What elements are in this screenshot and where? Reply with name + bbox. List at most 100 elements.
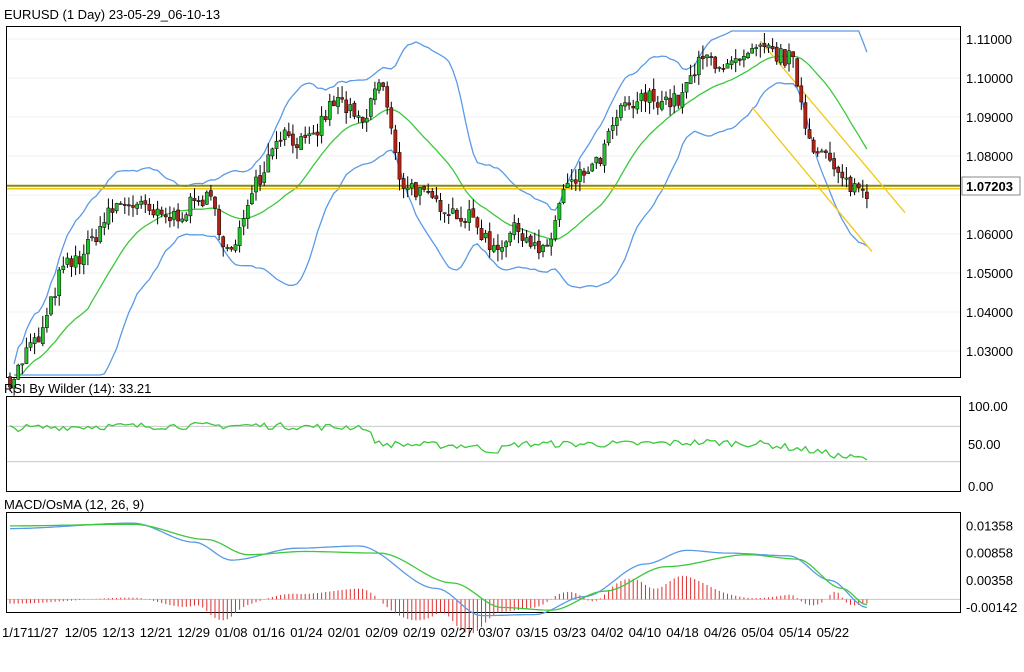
bearish-candle bbox=[217, 209, 221, 236]
bearish-candle bbox=[516, 223, 521, 232]
bullish-candle bbox=[639, 93, 644, 101]
x-tick-label: 12/21 bbox=[140, 625, 173, 640]
bearish-candle bbox=[811, 139, 816, 153]
bearish-candle bbox=[791, 51, 795, 58]
bearish-candle bbox=[865, 191, 869, 199]
bearish-candle bbox=[127, 204, 131, 207]
bullish-candle bbox=[561, 188, 566, 203]
price-y-tick-label: 1.06000 bbox=[966, 227, 1013, 242]
bullish-candle bbox=[106, 207, 111, 225]
bearish-candle bbox=[496, 244, 500, 250]
bearish-candle bbox=[323, 116, 328, 120]
bearish-candle bbox=[479, 228, 484, 241]
bullish-candle bbox=[647, 90, 652, 103]
bullish-candle bbox=[16, 364, 21, 380]
bearish-candle bbox=[360, 116, 365, 123]
bullish-candle bbox=[20, 363, 25, 366]
bullish-candle bbox=[705, 54, 709, 59]
bullish-candle bbox=[684, 82, 689, 93]
bullish-candle bbox=[532, 242, 537, 246]
bearish-candle bbox=[455, 209, 459, 220]
x-tick-label: 01/08 bbox=[215, 625, 248, 640]
bullish-candle bbox=[610, 125, 615, 131]
bullish-candle bbox=[262, 172, 267, 183]
bullish-candle bbox=[188, 196, 193, 217]
x-tick-label: 03/15 bbox=[516, 625, 549, 640]
bearish-candle bbox=[651, 88, 656, 102]
bearish-candle bbox=[815, 151, 820, 154]
bearish-candle bbox=[213, 196, 217, 209]
bullish-candle bbox=[418, 187, 422, 196]
bearish-candle bbox=[385, 86, 390, 108]
bearish-candle bbox=[598, 157, 603, 164]
bearish-candle bbox=[122, 204, 127, 206]
bullish-candle bbox=[114, 203, 119, 212]
price-y-tick-label: 1.04000 bbox=[966, 305, 1013, 320]
bearish-candle bbox=[303, 134, 308, 138]
x-tick-label: 02/19 bbox=[403, 625, 436, 640]
bullish-candle bbox=[549, 238, 554, 247]
rsi-panel-title: RSI By Wilder (14): 33.21 bbox=[4, 381, 151, 396]
macd-panel bbox=[6, 512, 961, 613]
bullish-candle bbox=[299, 136, 303, 150]
bullish-candle bbox=[319, 115, 324, 136]
bullish-candle bbox=[28, 342, 33, 348]
bullish-candle bbox=[467, 209, 472, 223]
bullish-candle bbox=[766, 44, 771, 49]
bullish-candle bbox=[524, 237, 529, 243]
x-tick-label: 04/26 bbox=[704, 625, 737, 640]
bearish-candle bbox=[774, 46, 779, 62]
bearish-candle bbox=[463, 221, 467, 223]
bullish-candle bbox=[24, 347, 29, 364]
x-tick-label: 12/29 bbox=[177, 625, 210, 640]
bullish-candle bbox=[557, 202, 562, 220]
bearish-candle bbox=[824, 150, 828, 153]
bullish-candle bbox=[733, 58, 738, 63]
bullish-candle bbox=[688, 75, 693, 85]
bullish-candle bbox=[364, 117, 369, 123]
x-tick-label: 03/07 bbox=[478, 625, 511, 640]
bullish-candle bbox=[49, 296, 53, 315]
macd-y-tick-label: 0.00858 bbox=[966, 546, 1013, 561]
x-tick-label: 05/22 bbox=[817, 625, 850, 640]
x-tick-label: 12/05 bbox=[65, 625, 98, 640]
bullish-candle bbox=[155, 208, 160, 216]
bullish-candle bbox=[717, 66, 722, 69]
bullish-candle bbox=[483, 232, 488, 239]
bullish-candle bbox=[233, 244, 238, 251]
bearish-candle bbox=[192, 198, 197, 202]
bearish-candle bbox=[110, 208, 115, 213]
bearish-candle bbox=[668, 97, 672, 108]
bearish-candle bbox=[430, 191, 435, 198]
bearish-candle bbox=[434, 195, 439, 200]
bearish-candle bbox=[520, 233, 525, 241]
bullish-candle bbox=[172, 210, 176, 220]
bearish-candle bbox=[537, 240, 541, 254]
x-tick-label: 05/04 bbox=[741, 625, 774, 640]
bullish-candle bbox=[844, 177, 849, 180]
x-tick-label: 02/27 bbox=[441, 625, 474, 640]
bullish-candle bbox=[102, 222, 107, 228]
bullish-candle bbox=[729, 60, 734, 65]
bullish-candle bbox=[73, 255, 78, 268]
bearish-candle bbox=[291, 133, 295, 146]
bullish-candle bbox=[742, 55, 746, 61]
price-y-tick-label: 1.03000 bbox=[966, 344, 1013, 359]
macd-y-tick-label: -0.00142 bbox=[966, 600, 1017, 615]
bearish-candle bbox=[344, 99, 349, 114]
bullish-candle bbox=[184, 214, 189, 221]
bullish-candle bbox=[508, 232, 513, 243]
x-tick-label: 02/09 bbox=[365, 625, 398, 640]
bearish-candle bbox=[315, 131, 320, 136]
bearish-candle bbox=[229, 247, 234, 250]
bearish-candle bbox=[286, 131, 291, 136]
bearish-candle bbox=[151, 209, 156, 216]
rsi-y-tick-label: 100.00 bbox=[968, 399, 1008, 414]
bullish-candle bbox=[57, 269, 62, 297]
rsi-y-tick-label: 50.00 bbox=[968, 437, 1001, 452]
bullish-candle bbox=[500, 247, 504, 252]
bullish-candle bbox=[40, 327, 45, 345]
bullish-candle bbox=[45, 315, 49, 328]
bullish-candle bbox=[635, 101, 640, 110]
x-tick-label: 1/17 bbox=[2, 625, 27, 640]
